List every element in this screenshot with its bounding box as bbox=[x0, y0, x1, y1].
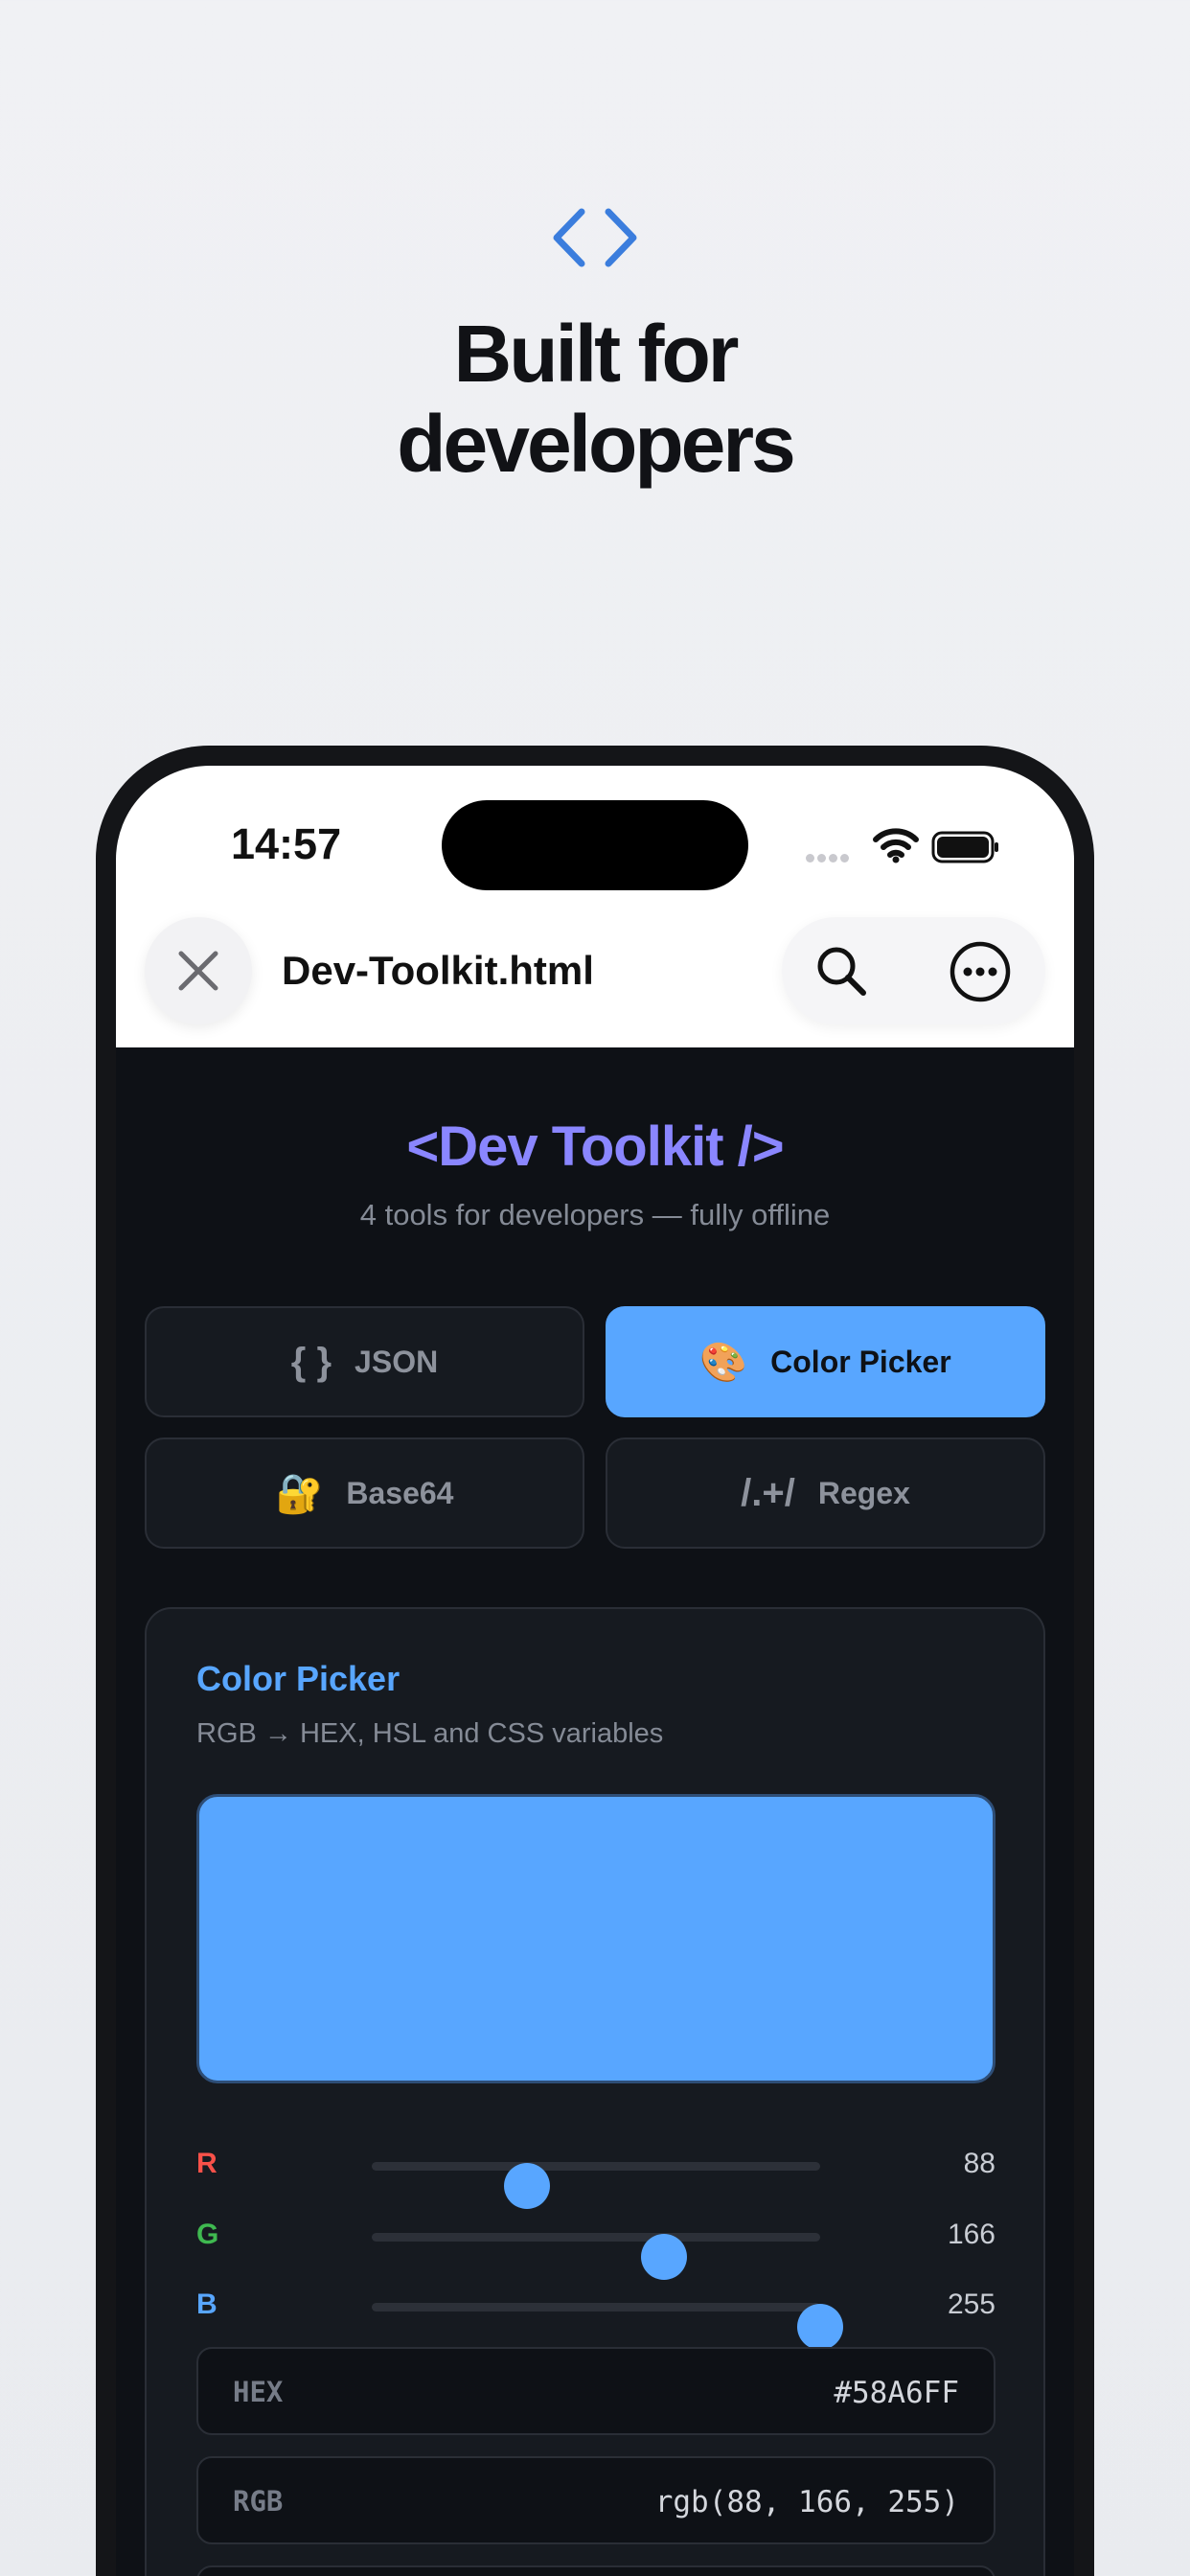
slider-track-r[interactable] bbox=[372, 2162, 820, 2209]
signal-dots-icon bbox=[806, 850, 852, 867]
tab-label: Base64 bbox=[346, 1475, 454, 1510]
code-brackets-icon bbox=[553, 208, 637, 267]
json-braces-icon: { } bbox=[290, 1340, 332, 1383]
tab-label: Color Picker bbox=[770, 1344, 951, 1379]
hero-title-line-1: Built for bbox=[453, 309, 740, 399]
hex-value: #58A6FF bbox=[834, 2376, 959, 2410]
lock-key-icon: 🔐 bbox=[275, 1472, 324, 1515]
palette-icon: 🎨 bbox=[699, 1341, 748, 1384]
tab-json[interactable]: { } JSON bbox=[145, 1306, 584, 1417]
phone-screen: 14:57 Dev-Toolkit.html <Dev Toolkit /> 4… bbox=[116, 766, 1074, 2576]
hex-label: HEX bbox=[233, 2376, 284, 2408]
browser-top-bar: 14:57 Dev-Toolkit.html bbox=[116, 766, 1074, 1047]
hero-title-line-2: developers bbox=[397, 399, 796, 489]
rgb-output[interactable]: RGB rgb(88, 166, 255) bbox=[196, 2456, 995, 2544]
slider-label-r: R bbox=[196, 2148, 217, 2179]
status-time: 14:57 bbox=[231, 819, 342, 868]
slider-row-green: G 166 bbox=[196, 2213, 995, 2280]
rgb-value: rgb(88, 166, 255) bbox=[654, 2485, 959, 2519]
slider-track-g[interactable] bbox=[372, 2233, 820, 2280]
slider-label-b: B bbox=[196, 2288, 217, 2320]
tab-base64[interactable]: 🔐 Base64 bbox=[145, 1438, 584, 1549]
card-title: Color Picker bbox=[196, 1659, 400, 1698]
hex-output[interactable]: HEX #58A6FF bbox=[196, 2347, 995, 2435]
card-description: RGB → HEX, HSL and CSS variables bbox=[196, 1718, 664, 1749]
rgb-label: RGB bbox=[233, 2485, 284, 2518]
slider-row-red: R 88 bbox=[196, 2142, 995, 2209]
battery-icon bbox=[931, 831, 998, 863]
slider-value-r: 88 bbox=[963, 2148, 995, 2179]
browser-actions bbox=[782, 917, 1045, 1024]
close-icon bbox=[178, 951, 218, 991]
search-icon[interactable] bbox=[812, 942, 870, 1000]
next-output[interactable] bbox=[196, 2565, 995, 2576]
slider-thumb-r[interactable] bbox=[503, 2163, 550, 2209]
tab-label: JSON bbox=[355, 1344, 439, 1379]
dynamic-island bbox=[442, 800, 748, 890]
regex-icon: /.+/ bbox=[741, 1471, 795, 1514]
slider-value-b: 255 bbox=[947, 2288, 995, 2320]
tab-regex[interactable]: /.+/ Regex bbox=[606, 1438, 1045, 1549]
more-icon[interactable] bbox=[949, 940, 1012, 1003]
wifi-icon bbox=[873, 828, 919, 863]
slider-thumb-g[interactable] bbox=[640, 2234, 687, 2280]
slider-thumb-b[interactable] bbox=[797, 2304, 843, 2350]
color-picker-card: Color Picker RGB → HEX, HSL and CSS vari… bbox=[145, 1607, 1045, 2576]
hero-title: Built for developers bbox=[0, 309, 1190, 489]
page-title: Dev-Toolkit.html bbox=[282, 948, 594, 993]
slider-track-b[interactable] bbox=[372, 2303, 843, 2350]
tab-color-picker[interactable]: 🎨 Color Picker bbox=[606, 1306, 1045, 1417]
tab-label: Regex bbox=[817, 1475, 910, 1510]
close-button[interactable] bbox=[145, 917, 252, 1024]
slider-row-blue: B 255 bbox=[196, 2283, 995, 2350]
app-title: <Dev Toolkit /> bbox=[406, 1116, 784, 1178]
app-subtitle: 4 tools for developers — fully offline bbox=[359, 1198, 831, 1231]
slider-label-g: G bbox=[196, 2219, 219, 2250]
slider-value-g: 166 bbox=[947, 2219, 995, 2250]
color-preview-swatch bbox=[196, 1794, 995, 2083]
